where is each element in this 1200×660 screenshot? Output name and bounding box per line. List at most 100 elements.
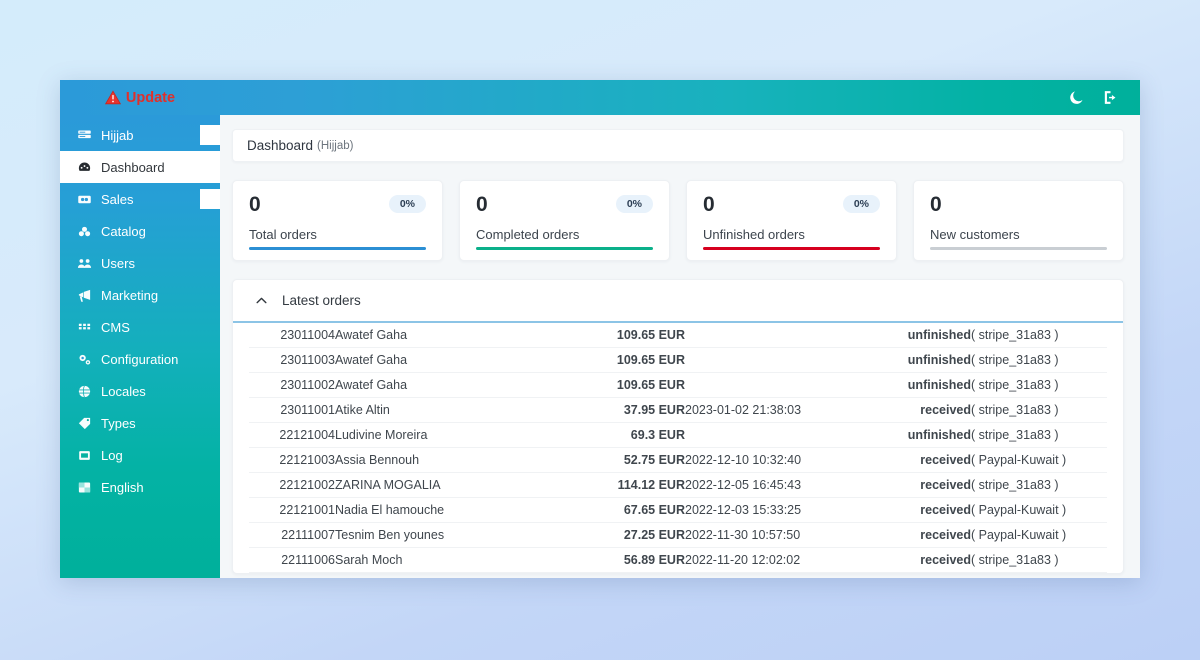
sidebar-item-english[interactable]: English (60, 471, 220, 503)
payment-gateway: ( stripe_31a83 ) (971, 398, 1107, 423)
stat-card-rule (703, 247, 880, 250)
stat-card-rule (930, 247, 1107, 250)
sidebar-item-label: Users (101, 256, 135, 271)
stat-card-label: Unfinished orders (703, 227, 880, 242)
warning-triangle-icon (105, 90, 121, 105)
order-date: 2022-12-10 10:32:40 (685, 448, 875, 473)
customer-name: Awatef Gaha (335, 323, 545, 348)
table-row[interactable]: 22111007Tesnim Ben younes27.25 EUR2022-1… (249, 523, 1107, 548)
sidebar-item-label: Dashboard (101, 160, 165, 175)
brand-logo[interactable]: Update (60, 90, 220, 106)
payment-gateway: ( stripe_31a83 ) (971, 373, 1107, 398)
users-group-icon (76, 256, 92, 270)
sidebar-item-cms[interactable]: CMS (60, 311, 220, 343)
top-bar: Update (60, 80, 1140, 115)
customer-name: Tesnim Ben younes (335, 523, 545, 548)
latest-orders-table: 23011004Awatef Gaha109.65 EURunfinished(… (249, 323, 1107, 573)
order-id: 22121002 (249, 473, 335, 498)
stat-card-rule (476, 247, 653, 250)
order-amount: 27.25 EUR (545, 523, 685, 548)
sidebar-item-configuration[interactable]: Configuration (60, 343, 220, 375)
order-id: 22111006 (249, 548, 335, 573)
sidebar-item-locales[interactable]: Locales (60, 375, 220, 407)
note-icon (76, 448, 92, 462)
order-date (685, 423, 875, 448)
payment-gateway: ( stripe_31a83 ) (971, 423, 1107, 448)
sidebar-item-log[interactable]: Log (60, 439, 220, 471)
stat-card-unfinished-orders: 00%Unfinished orders (686, 180, 897, 261)
sidebar-item-label: Log (101, 448, 123, 463)
panel-header[interactable]: Latest orders (249, 280, 1107, 321)
status-badge: unfinished (875, 373, 971, 398)
sidebar-item-sales[interactable]: Sales (60, 183, 220, 215)
customer-name: ZARINA MOGALIA (335, 473, 545, 498)
top-bar-actions (1066, 88, 1140, 108)
payment-gateway: ( Paypal-Kuwait ) (971, 448, 1107, 473)
status-badge: unfinished (875, 323, 971, 348)
main-content: Dashboard (Hijjab) 00% Total orders 00%Com… (220, 115, 1140, 578)
sidebar-item-label: CMS (101, 320, 130, 335)
table-row[interactable]: 23011004Awatef Gaha109.65 EURunfinished(… (249, 323, 1107, 348)
window-body: Hijjab Dashboard SalesCatalog Users Marketin… (60, 115, 1140, 578)
status-badge: unfinished (875, 348, 971, 373)
sidebar-item-dashboard[interactable]: Dashboard (60, 151, 220, 183)
table-row[interactable]: 22121002ZARINA MOGALIA114.12 EUR2022-12-… (249, 473, 1107, 498)
sidebar-item-marketing[interactable]: Marketing (60, 279, 220, 311)
order-amount: 69.3 EUR (545, 423, 685, 448)
gears-icon (76, 352, 92, 366)
order-amount: 37.95 EUR (545, 398, 685, 423)
order-amount: 56.89 EUR (545, 548, 685, 573)
stat-card-completed-orders: 00%Completed orders (459, 180, 670, 261)
stat-card-top: 00% (476, 194, 653, 216)
sidebar: Hijjab Dashboard SalesCatalog Users Marketin… (60, 115, 220, 578)
order-id: 22111007 (249, 523, 335, 548)
table-row[interactable]: 23011002Awatef Gaha109.65 EURunfinished(… (249, 373, 1107, 398)
panel-title: Latest orders (282, 293, 361, 308)
payment-gateway: ( stripe_31a83 ) (971, 323, 1107, 348)
customer-name: Sarah Moch (335, 548, 545, 573)
sidebar-item-hijjab[interactable]: Hijjab (60, 119, 220, 151)
order-amount: 52.75 EUR (545, 448, 685, 473)
stat-card-value: 0 (703, 194, 715, 216)
cubes-icon (76, 224, 92, 238)
breadcrumb: Dashboard (Hijjab) (232, 129, 1124, 162)
order-id: 22121004 (249, 423, 335, 448)
order-amount: 67.65 EUR (545, 498, 685, 523)
order-date: 2022-12-05 16:45:43 (685, 473, 875, 498)
stat-card-label: Total orders (249, 227, 426, 242)
stat-card-value: 0 (476, 194, 488, 216)
table-row[interactable]: 22111006Sarah Moch56.89 EUR2022-11-20 12… (249, 548, 1107, 573)
sidebar-item-catalog[interactable]: Catalog (60, 215, 220, 247)
table-row[interactable]: 23011001Atike Altin37.95 EUR2023-01-02 2… (249, 398, 1107, 423)
money-bill-icon (76, 192, 92, 206)
order-id: 22121003 (249, 448, 335, 473)
flag-icon (76, 480, 92, 494)
gauge-icon (76, 160, 92, 174)
table-row[interactable]: 22121004Ludivine Moreira69.3 EURunfinish… (249, 423, 1107, 448)
chevron-up-icon[interactable] (255, 294, 268, 307)
page-title: Dashboard (247, 138, 313, 153)
customer-name: Awatef Gaha (335, 348, 545, 373)
sidebar-item-label: Marketing (101, 288, 158, 303)
payment-gateway: ( Paypal-Kuwait ) (971, 523, 1107, 548)
stat-card-top: 00% (249, 194, 426, 216)
customer-name: Nadia El hamouche (335, 498, 545, 523)
order-date: 2023-01-02 21:38:03 (685, 398, 875, 423)
sidebar-item-users[interactable]: Users (60, 247, 220, 279)
logout-icon[interactable] (1100, 88, 1120, 108)
payment-gateway: ( stripe_31a83 ) (971, 473, 1107, 498)
sidebar-item-types[interactable]: Types (60, 407, 220, 439)
moon-icon[interactable] (1066, 88, 1086, 108)
customer-name: Atike Altin (335, 398, 545, 423)
server-stack-icon (76, 128, 92, 142)
customer-name: Assia Bennouh (335, 448, 545, 473)
table-row[interactable]: 23011003Awatef Gaha109.65 EURunfinished(… (249, 348, 1107, 373)
table-row[interactable]: 22121001Nadia El hamouche67.65 EUR2022-1… (249, 498, 1107, 523)
stat-card-row: 00%Total orders00%Completed orders00%Unf… (232, 180, 1124, 261)
table-row[interactable]: 22121003Assia Bennouh52.75 EUR2022-12-10… (249, 448, 1107, 473)
order-id: 23011004 (249, 323, 335, 348)
tag-icon (76, 416, 92, 430)
sidebar-item-label: English (101, 480, 144, 495)
payment-gateway: ( Paypal-Kuwait ) (971, 498, 1107, 523)
order-id: 23011002 (249, 373, 335, 398)
